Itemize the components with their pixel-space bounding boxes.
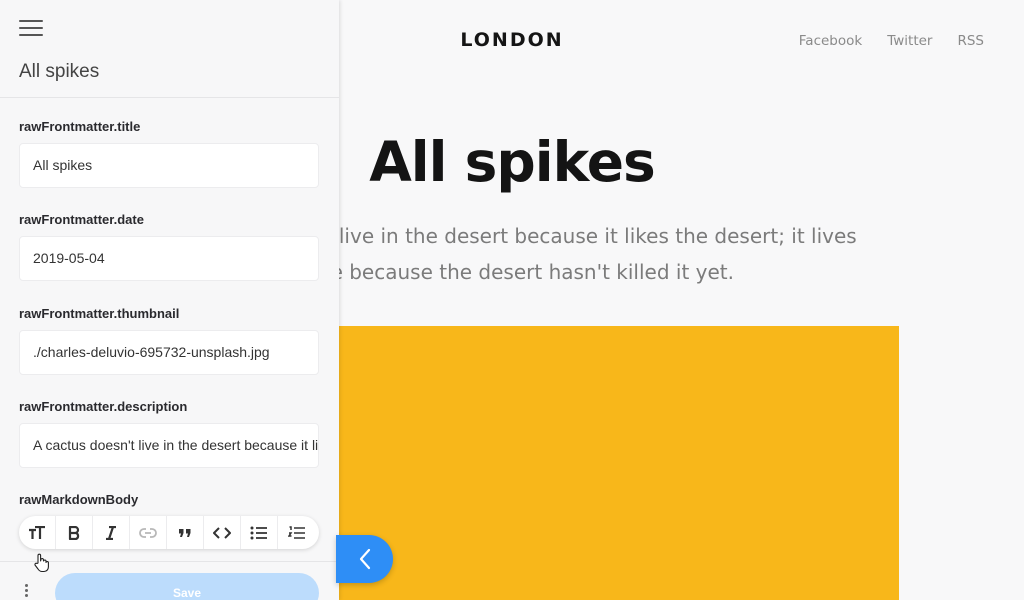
numbered-list-icon <box>287 525 305 539</box>
quote-icon <box>179 528 191 537</box>
field-label: rawFrontmatter.title <box>19 119 141 134</box>
numbered-list-button[interactable] <box>278 516 315 549</box>
field-label: rawFrontmatter.description <box>19 399 188 414</box>
code-icon <box>213 526 231 539</box>
sidebar-title: All spikes <box>19 61 100 82</box>
italic-button[interactable] <box>93 516 130 549</box>
bullet-list-button[interactable] <box>241 516 278 549</box>
link-button[interactable] <box>130 516 167 549</box>
site-nav: Facebook Twitter RSS <box>774 33 984 49</box>
bold-icon <box>68 525 80 540</box>
more-options-icon[interactable] <box>21 584 31 600</box>
nav-link-facebook[interactable]: Facebook <box>799 33 862 49</box>
field-title: rawFrontmatter.title All spikes <box>19 119 319 188</box>
italic-icon <box>106 525 116 540</box>
title-input[interactable]: All spikes <box>19 143 319 188</box>
editor-sidebar: All spikes rawFrontmatter.title All spik… <box>0 0 339 600</box>
field-thumbnail: rawFrontmatter.thumbnail ./charles-deluv… <box>19 306 319 375</box>
nav-link-rss[interactable]: RSS <box>957 33 984 49</box>
text-size-button[interactable] <box>19 516 56 549</box>
quote-button[interactable] <box>167 516 204 549</box>
field-date: rawFrontmatter.date 2019-05-04 <box>19 212 319 281</box>
hamburger-menu-icon[interactable] <box>19 19 43 37</box>
code-button[interactable] <box>204 516 241 549</box>
nav-link-twitter[interactable]: Twitter <box>887 33 932 49</box>
date-input[interactable]: 2019-05-04 <box>19 236 319 281</box>
field-label: rawFrontmatter.thumbnail <box>19 306 180 321</box>
pointer-hand-icon <box>34 553 49 573</box>
markdown-body-label: rawMarkdownBody <box>19 492 139 507</box>
save-button[interactable]: Save <box>55 573 319 600</box>
collapse-sidebar-button[interactable] <box>336 535 393 583</box>
description-input[interactable]: A cactus doesn't live in the desert beca… <box>19 423 319 468</box>
link-icon <box>139 527 157 538</box>
bullet-list-icon <box>250 526 267 539</box>
bold-button[interactable] <box>56 516 93 549</box>
chevron-left-icon <box>359 548 370 570</box>
thumbnail-input[interactable]: ./charles-deluvio-695732-unsplash.jpg <box>19 330 319 375</box>
sidebar-header: All spikes <box>0 0 339 98</box>
field-label: rawFrontmatter.date <box>19 212 144 227</box>
text-size-icon <box>29 525 45 539</box>
field-description: rawFrontmatter.description A cactus does… <box>19 399 319 468</box>
markdown-toolbar <box>19 516 319 549</box>
